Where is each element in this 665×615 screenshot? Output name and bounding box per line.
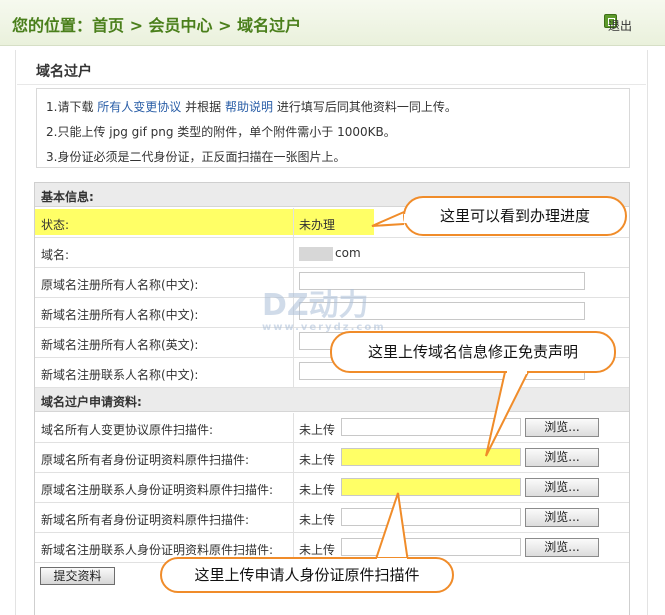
upload-row: 新域名所有者身份证明资料原件扫描件: 未上传 浏览... xyxy=(35,503,629,533)
domain-row: 域名: com xyxy=(35,238,629,268)
domain-label: 域名: xyxy=(41,248,70,262)
logout-link[interactable]: 退出 xyxy=(608,17,632,34)
browse-button[interactable]: 浏览... xyxy=(525,478,599,497)
upload-row: 原域名注册联系人身份证明资料原件扫描件: 未上传 浏览... xyxy=(35,473,629,503)
browse-button[interactable]: 浏览... xyxy=(525,418,599,437)
field-label: 新域名注册联系人名称(中文): xyxy=(41,368,199,382)
instruction-line-3: 3.身份证必须是二代身份证，正反面扫描在一张图片上。 xyxy=(46,150,346,164)
upload-label: 新域名注册联系人身份证明资料原件扫描件: xyxy=(41,543,274,557)
domain-suffix: com xyxy=(335,246,361,260)
breadcrumb: 您的位置：首页 > 会员中心 > 域名过户 xyxy=(12,16,302,35)
masked-domain xyxy=(299,246,333,261)
field-label: 原域名注册所有人名称(中文): xyxy=(41,278,199,292)
progress-callout: 这里可以看到办理进度 xyxy=(403,196,627,236)
upload-status: 未上传 xyxy=(299,483,336,497)
upload-label: 原域名注册联系人身份证明资料原件扫描件: xyxy=(41,483,274,497)
browse-button[interactable]: 浏览... xyxy=(525,448,599,467)
status-label: 状态: xyxy=(41,218,70,232)
field-label: 新域名注册所有人名称(中文): xyxy=(41,308,199,322)
column-divider xyxy=(293,503,294,532)
upload-row: 原域名所有者身份证明资料原件扫描件: 未上传 浏览... xyxy=(35,443,629,473)
submit-button[interactable]: 提交资料 xyxy=(40,567,115,585)
help-link[interactable]: 帮助说明 xyxy=(225,100,273,114)
file-path-input[interactable] xyxy=(341,418,521,436)
domain-value: com xyxy=(299,246,361,261)
column-divider xyxy=(293,208,294,237)
title-divider xyxy=(17,84,646,85)
column-divider xyxy=(293,443,294,472)
instruction-line-2: 2.只能上传 jpg gif png 类型的附件，单个附件需小于 1000KB。 xyxy=(46,125,396,139)
column-divider xyxy=(293,358,294,387)
upload-label: 原域名所有者身份证明资料原件扫描件: xyxy=(41,453,250,467)
instructions-box: 1.请下载 所有人变更协议 并根据 帮助说明 进行填写后同其他资料一同上传。 2… xyxy=(36,88,630,168)
agreement-download-link[interactable]: 所有人变更协议 xyxy=(97,100,181,114)
id-scan-callout: 这里上传申请人身份证原件扫描件 xyxy=(160,557,454,593)
upload-status: 未上传 xyxy=(299,423,336,437)
instruction-text: 并根据 xyxy=(185,100,222,114)
browse-button[interactable]: 浏览... xyxy=(525,508,599,527)
page-title: 域名过户 xyxy=(36,64,92,80)
transfer-form: 基本信息: 状态: 未办理 域名: com 原域名注册所有人名称(中文): 新域… xyxy=(34,182,630,615)
column-divider xyxy=(293,238,294,267)
upload-row: 域名所有人变更协议原件扫描件: 未上传 浏览... xyxy=(35,413,629,443)
upload-status: 未上传 xyxy=(299,453,336,467)
status-value: 未办理 xyxy=(299,218,336,232)
file-path-input[interactable] xyxy=(341,538,521,556)
upload-status: 未上传 xyxy=(299,543,336,557)
column-divider xyxy=(293,413,294,442)
upload-label: 域名所有人变更协议原件扫描件: xyxy=(41,423,214,437)
domain-info-callout: 这里上传域名信息修正免责声明 xyxy=(330,331,616,373)
file-path-input[interactable] xyxy=(341,508,521,526)
instruction-text: 1.请下载 xyxy=(46,100,94,114)
watermark-logo: DZ动力 xyxy=(262,288,369,323)
instruction-text: 进行填写后同其他资料一同上传。 xyxy=(276,100,457,114)
file-path-input[interactable] xyxy=(341,448,521,466)
file-path-input[interactable] xyxy=(341,478,521,496)
upload-label: 新域名所有者身份证明资料原件扫描件: xyxy=(41,513,250,527)
instruction-line-1: 1.请下载 所有人变更协议 并根据 帮助说明 进行填写后同其他资料一同上传。 xyxy=(46,98,457,115)
column-divider xyxy=(293,473,294,502)
upload-status: 未上传 xyxy=(299,513,336,527)
field-label: 新域名注册所有人名称(英文): xyxy=(41,338,199,352)
top-bar: 您的位置：首页 > 会员中心 > 域名过户 退出 xyxy=(0,0,665,46)
transfer-docs-heading: 域名过户申请资料: xyxy=(35,388,629,412)
browse-button[interactable]: 浏览... xyxy=(525,538,599,557)
